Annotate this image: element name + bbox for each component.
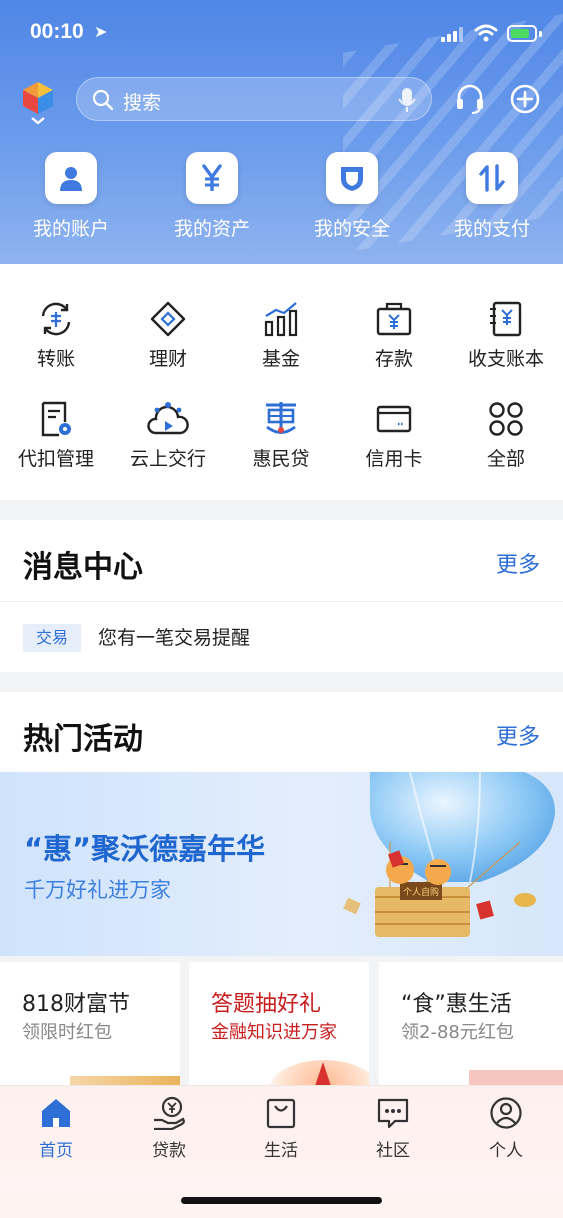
quick-label: 我的支付	[453, 218, 530, 240]
card-title: 818财富节	[22, 992, 130, 1017]
divider	[0, 601, 563, 602]
message-center-title: 消息中心	[23, 550, 143, 585]
card-subtitle: 领2-88元红包	[401, 1022, 514, 1043]
deposit-icon	[376, 302, 412, 336]
search-bar[interactable]: 搜索	[76, 77, 432, 121]
loan-icon	[266, 402, 296, 434]
activities-title: 热门活动	[23, 722, 143, 757]
service-label: 理财	[148, 348, 187, 370]
quick-my-account[interactable]: 我的账户	[11, 152, 131, 241]
hot-air-balloon-illustration: 个人自购	[343, 772, 555, 937]
cloud-icon	[147, 402, 189, 435]
service-fund[interactable]: 基金	[225, 300, 337, 371]
service-label: 基金	[261, 348, 300, 370]
tab-label: 首页	[39, 1141, 73, 1161]
service-label: 云上交行	[129, 448, 206, 470]
service-label: 代扣管理	[17, 448, 94, 470]
yen-icon	[186, 152, 238, 204]
ledger-icon	[490, 301, 522, 337]
activity-cards: 818财富节 领限时红包 答题抽好礼 金融知识进万家 “食”惠生活 领2-88元…	[0, 956, 563, 1096]
message-tag: 交易	[23, 624, 81, 652]
card-title: 答题抽好礼	[211, 992, 322, 1017]
service-deposit[interactable]: 存款	[338, 300, 450, 371]
tab-community[interactable]: 社区	[338, 1096, 448, 1161]
add-icon[interactable]	[509, 83, 541, 115]
activity-card-wealth-festival[interactable]: 818财富节 领限时红包	[0, 962, 180, 1092]
shopping-bag-icon	[266, 1098, 296, 1129]
microphone-icon[interactable]	[397, 87, 417, 113]
service-label: 信用卡	[365, 448, 423, 470]
withhold-icon	[41, 401, 71, 437]
card-subtitle: 领限时红包	[22, 1022, 112, 1043]
quick-my-payment[interactable]: 我的支付	[432, 152, 552, 241]
quick-label: 我的账户	[32, 218, 109, 240]
service-label: 收支账本	[467, 348, 544, 370]
activity-card-quiz[interactable]: 答题抽好礼 金融知识进万家	[189, 962, 369, 1092]
home-icon	[42, 1099, 70, 1127]
loan-hand-icon	[154, 1096, 185, 1130]
chat-bubble-icon	[377, 1098, 409, 1129]
service-label: 转账	[36, 348, 75, 370]
service-wealth[interactable]: 理财	[112, 300, 224, 371]
service-withhold[interactable]: 代扣管理	[0, 400, 112, 471]
quick-label: 我的资产	[173, 218, 250, 240]
quick-my-security[interactable]: 我的安全	[292, 152, 412, 241]
service-loan[interactable]: 惠民贷	[225, 400, 337, 471]
all-apps-icon	[489, 402, 523, 436]
service-label: 全部	[486, 448, 525, 470]
cellular-signal-icon	[441, 26, 465, 42]
quick-my-assets[interactable]: 我的资产	[152, 152, 272, 241]
battery-icon	[507, 25, 537, 42]
tab-label: 社区	[376, 1141, 410, 1161]
customer-service-icon[interactable]	[454, 83, 486, 115]
status-time: 00:10	[30, 20, 84, 43]
bank-logo-icon[interactable]	[20, 80, 56, 126]
battery-cap	[539, 31, 542, 37]
shield-icon	[326, 152, 378, 204]
diamond-icon	[150, 301, 186, 337]
search-icon	[92, 89, 114, 111]
tab-label: 贷款	[152, 1141, 186, 1161]
message-more-link[interactable]: 更多	[496, 547, 540, 579]
basket-label: 个人自购	[403, 886, 439, 898]
service-all[interactable]: 全部	[450, 400, 562, 471]
activity-card-food[interactable]: “食”惠生活 领2-88元红包	[379, 962, 563, 1092]
services-grid: 转账 理财 基金 存款 收支账本 代扣管理 云上交行 惠民贷 信用卡 全部	[0, 264, 563, 500]
service-ledger[interactable]: 收支账本	[450, 300, 562, 371]
activities-more-link[interactable]: 更多	[496, 719, 540, 751]
transfer-arrows-icon	[466, 152, 518, 204]
promo-banner[interactable]: “惠”聚沃德嘉年华 千万好礼进万家 个人自购	[0, 772, 563, 956]
fund-chart-icon	[264, 302, 298, 337]
tab-loans[interactable]: 贷款	[114, 1096, 224, 1161]
search-placeholder: 搜索	[123, 92, 162, 114]
hot-activities: 热门活动 更多 “惠”聚沃德嘉年华 千万好礼进万家 个人自购 818财富节 领限…	[0, 692, 563, 1096]
status-bar: 00:10 ➤	[0, 20, 563, 50]
banner-title: “惠”聚沃德嘉年华	[24, 832, 266, 866]
message-center: 消息中心 更多 交易 您有一笔交易提醒	[0, 520, 563, 672]
message-item[interactable]: 您有一笔交易提醒	[98, 624, 250, 652]
service-transfer[interactable]: 转账	[0, 300, 112, 371]
card-title: “食”惠生活	[401, 992, 512, 1017]
card-subtitle: 金融知识进万家	[211, 1022, 337, 1043]
tab-personal[interactable]: 个人	[451, 1096, 561, 1161]
service-credit-card[interactable]: 信用卡	[338, 400, 450, 471]
location-arrow-icon: ➤	[94, 22, 108, 41]
quick-label: 我的安全	[313, 218, 390, 240]
credit-card-icon	[376, 405, 412, 433]
service-cloud[interactable]: 云上交行	[112, 400, 224, 471]
transfer-icon	[41, 302, 71, 336]
banner-subtitle: 千万好礼进万家	[24, 878, 171, 902]
service-label: 惠民贷	[252, 448, 310, 470]
header: 00:10 ➤ 搜索 我的账户 我的资产 我的安全 我的支付	[0, 0, 563, 264]
home-indicator[interactable]	[181, 1197, 382, 1204]
tab-home[interactable]: 首页	[1, 1096, 111, 1161]
profile-icon	[490, 1097, 522, 1129]
tab-label: 生活	[264, 1141, 298, 1161]
wifi-icon	[474, 24, 498, 42]
person-icon	[45, 152, 97, 204]
tab-label: 个人	[489, 1141, 523, 1161]
tab-life[interactable]: 生活	[226, 1096, 336, 1161]
service-label: 存款	[374, 348, 413, 370]
